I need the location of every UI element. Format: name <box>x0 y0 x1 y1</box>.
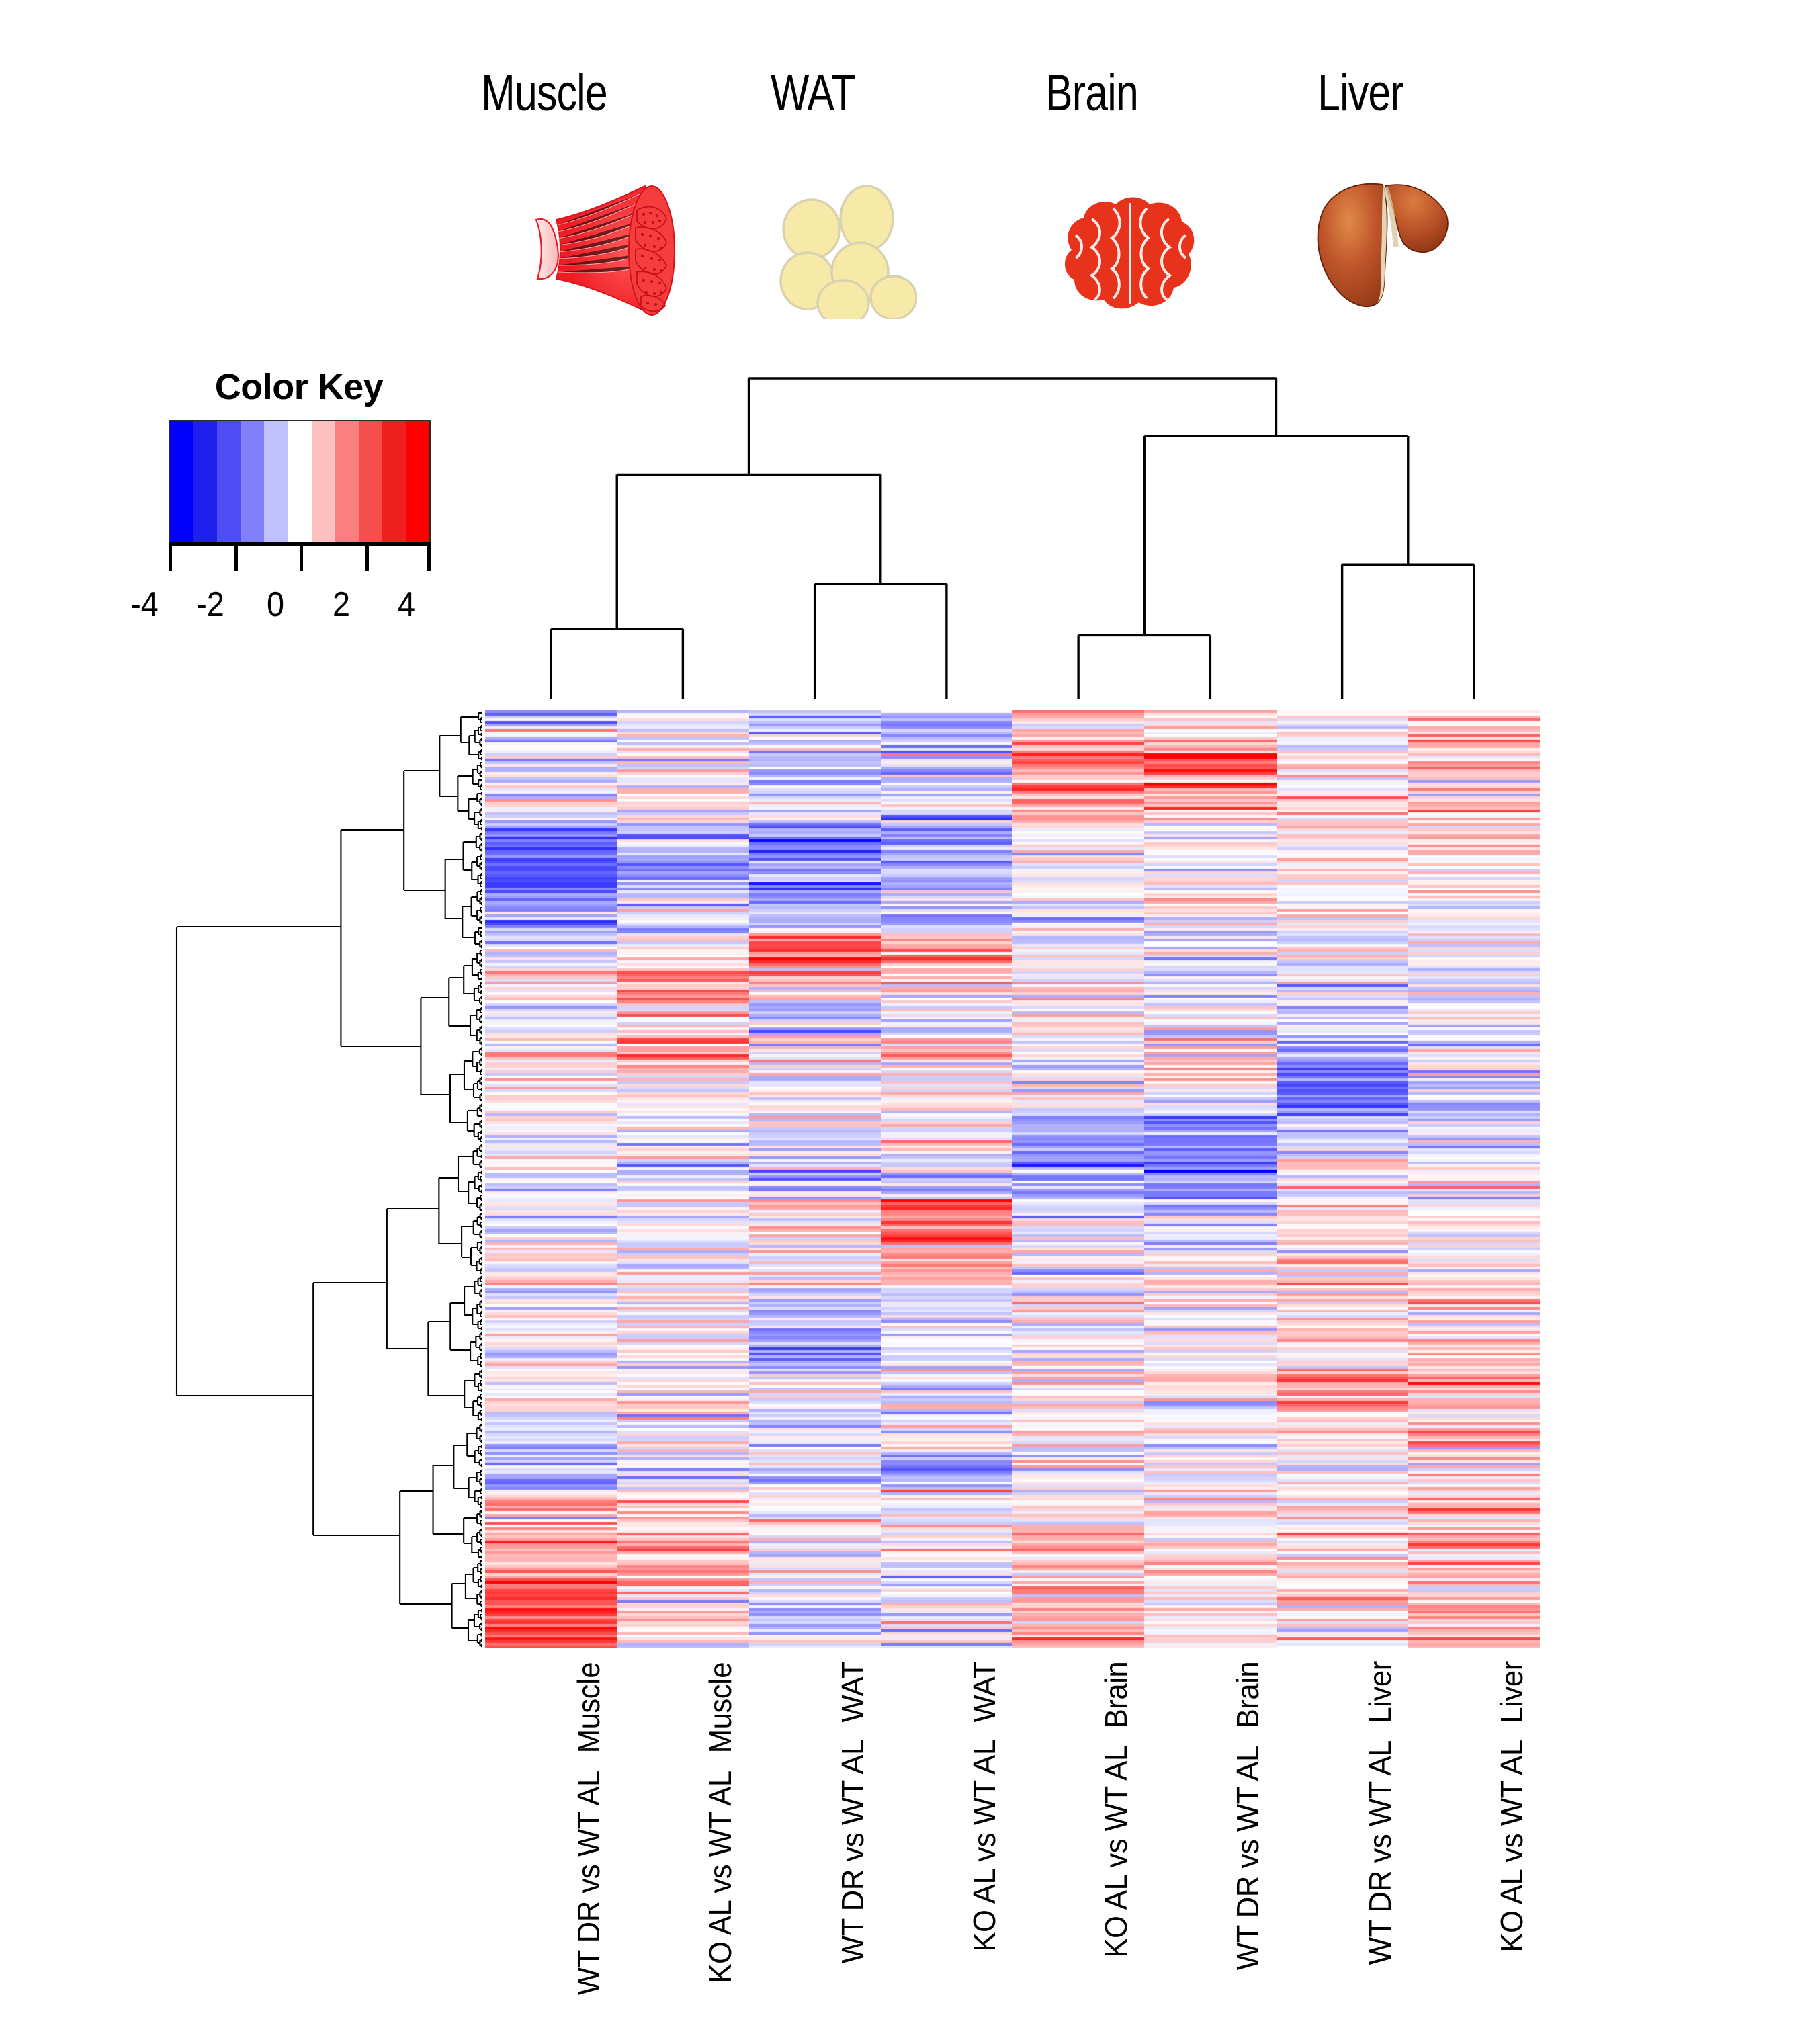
color-key-band-7 <box>335 421 359 543</box>
heatmap-column-6 <box>1276 710 1408 1648</box>
column-label-comparison-6: WT DR vs WT AL <box>1362 1740 1397 1965</box>
tissue-title-wat: WAT <box>771 65 856 122</box>
column-label-tissue-4: Brain <box>1098 1661 1134 1729</box>
column-label-1: Muscle KO AL vs WT AL <box>700 1660 781 1984</box>
color-key: Color Key -4 -2 0 2 4 <box>130 366 454 648</box>
column-label-comparison-7: KO AL vs WT AL <box>1494 1740 1529 1953</box>
column-label-comparison-5: WT DR vs WT AL <box>1230 1745 1266 1970</box>
column-label-6: Liver WT DR vs WT AL <box>1360 1660 1440 1975</box>
column-label-comparison-3: KO AL vs WT AL <box>966 1738 1002 1952</box>
heatmap-column-4 <box>1012 710 1145 1648</box>
column-label-5: Brain WT DR vs WT AL <box>1227 1660 1308 1975</box>
color-key-tick-1 <box>234 544 238 571</box>
heatmap-column-canvas-7 <box>1408 710 1540 1648</box>
muscle-icon <box>531 178 685 323</box>
column-label-comparison-2: WT DR vs WT AL <box>834 1739 870 1964</box>
column-label-tissue-1: Muscle <box>703 1662 738 1754</box>
brain-icon <box>1051 188 1209 319</box>
heatmap-column-canvas-4 <box>1012 710 1145 1648</box>
color-key-tick-3 <box>365 544 369 571</box>
color-key-band-3 <box>241 421 265 543</box>
color-key-band-9 <box>382 421 406 543</box>
heatmap-column-1 <box>617 710 749 1648</box>
column-label-0: Muscle WT DR vs WT AL <box>568 1660 649 1996</box>
color-key-title: Color Key <box>214 367 384 407</box>
color-key-gradient-bar <box>169 420 431 544</box>
column-label-comparison-1: KO AL vs WT AL <box>703 1771 738 1984</box>
heatmap-column-2 <box>748 710 881 1648</box>
heatmap-column-canvas-0 <box>485 710 617 1648</box>
color-key-tick-label-4: 4 <box>397 585 416 624</box>
column-label-comparison-4: KO AL vs WT AL <box>1098 1745 1134 1958</box>
color-key-tick-label-0: -4 <box>130 585 159 624</box>
color-key-tick-label-1: -2 <box>196 585 224 624</box>
column-label-tissue-7: Liver <box>1494 1661 1529 1723</box>
column-label-7: Liver KO AL vs WT AL <box>1492 1660 1572 1975</box>
heatmap-column-canvas-2 <box>748 710 881 1648</box>
color-key-tick-label-3: 2 <box>332 585 350 624</box>
color-key-tick-0 <box>169 544 172 571</box>
color-key-band-4 <box>264 421 288 543</box>
heatmap-column-7 <box>1408 710 1540 1648</box>
column-label-tissue-0: Muscle <box>571 1662 607 1754</box>
color-key-tick-2 <box>300 544 303 571</box>
heatmap-column-labels: Muscle WT DR vs WT AL Muscle KO AL vs WT AL… <box>485 1660 1540 1996</box>
column-label-comparison-0: WT DR vs WT AL <box>571 1771 607 1996</box>
heatmap-column-canvas-1 <box>617 710 749 1648</box>
liver-icon <box>1310 171 1455 319</box>
heatmap-grid <box>485 710 1540 1648</box>
color-key-axis <box>169 542 431 585</box>
row-dendrogram-svg <box>175 710 482 1648</box>
adipocytes-icon <box>773 185 918 327</box>
heatmap-column-canvas-5 <box>1144 710 1277 1648</box>
heatmap-column-5 <box>1144 710 1277 1648</box>
heatmap-column-canvas-6 <box>1276 710 1408 1648</box>
tissue-title-muscle: Muscle <box>481 65 608 122</box>
heatmap-column-3 <box>880 710 1012 1648</box>
column-label-tissue-6: Liver <box>1362 1661 1397 1723</box>
column-dendrogram <box>485 366 1540 702</box>
color-key-band-1 <box>193 421 218 543</box>
color-key-band-2 <box>217 421 241 543</box>
column-label-tissue-5: Brain <box>1230 1661 1266 1729</box>
tissue-title-liver: Liver <box>1318 65 1404 122</box>
color-key-band-8 <box>358 421 382 543</box>
column-label-3: WAT KO AL vs WT AL <box>964 1660 1045 1975</box>
color-key-tick-4 <box>427 544 431 571</box>
column-label-2: WAT WT DR vs WT AL <box>832 1660 913 1975</box>
heatmap-column-canvas-3 <box>880 710 1012 1648</box>
color-key-band-6 <box>311 421 335 543</box>
color-key-band-0 <box>170 421 194 543</box>
tissue-title-brain: Brain <box>1045 65 1139 122</box>
color-key-band-10 <box>405 421 430 543</box>
column-label-4: Brain KO AL vs WT AL <box>1096 1660 1176 1975</box>
column-label-tissue-2: WAT <box>834 1661 870 1723</box>
color-key-band-5 <box>288 421 312 543</box>
color-key-tick-label-2: 0 <box>266 585 285 624</box>
row-dendrogram <box>171 710 484 1648</box>
column-dendrogram-svg <box>550 377 1475 699</box>
heatmap-column-0 <box>485 710 617 1648</box>
column-label-tissue-3: WAT <box>966 1661 1002 1723</box>
color-key-tick-labels: -4 -2 0 2 4 <box>130 585 447 632</box>
